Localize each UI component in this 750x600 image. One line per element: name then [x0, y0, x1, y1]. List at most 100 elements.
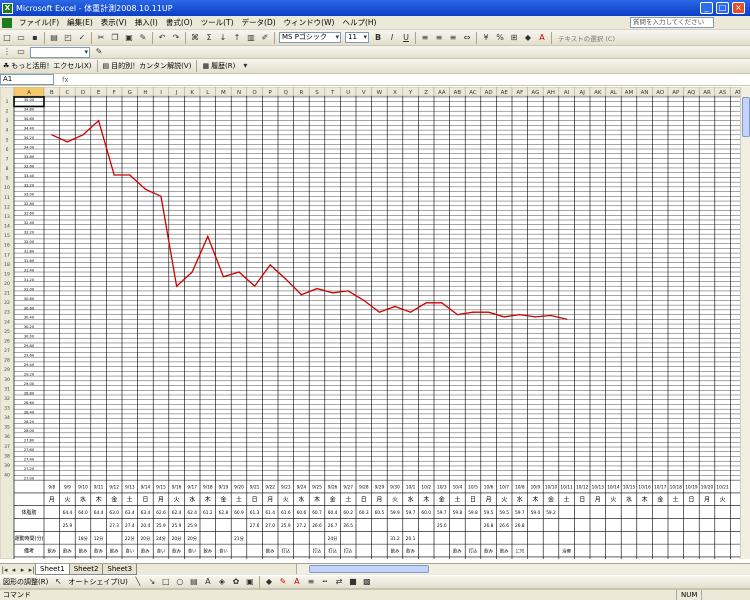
spell-icon[interactable]: ✓ [76, 32, 88, 44]
select-arrow-icon[interactable]: ↖ [52, 576, 64, 588]
line-icon[interactable]: ╲ [132, 576, 144, 588]
align-left-icon[interactable]: ≡ [419, 32, 431, 44]
new-icon[interactable]: □ [1, 32, 13, 44]
prev-sheet-button[interactable]: ◂ [9, 566, 18, 574]
preview-icon[interactable]: ◰ [62, 32, 74, 44]
weekday-cell: 金 [111, 495, 117, 503]
borders-icon[interactable]: ⊞ [508, 32, 520, 44]
scroll-thumb[interactable] [742, 97, 750, 137]
bold-button[interactable]: B [372, 32, 384, 44]
menu-insert[interactable]: 挿入(I) [131, 17, 162, 28]
copy-icon[interactable]: ❐ [109, 32, 121, 44]
3d-icon[interactable]: ▩ [361, 576, 373, 588]
minimize-button[interactable]: _ [700, 2, 713, 14]
drawing-icon[interactable]: ✐ [259, 32, 271, 44]
date-cell: 10/3 [437, 485, 447, 491]
menu-view[interactable]: 表示(V) [97, 17, 131, 28]
dash-style-icon[interactable]: ┅ [319, 576, 331, 588]
data-cell: 飲み [110, 548, 119, 555]
fx-icon[interactable]: fx [62, 76, 69, 84]
align-center-icon[interactable]: ≡ [433, 32, 445, 44]
font-combo[interactable]: MS Pゴシック [279, 32, 341, 43]
align-right-icon[interactable]: ≡ [447, 32, 459, 44]
menu-data[interactable]: データ(D) [238, 17, 280, 28]
close-button[interactable]: × [732, 2, 745, 14]
column-header-label: K [190, 90, 194, 96]
menu-edit[interactable]: 編集(E) [63, 17, 97, 28]
line-color-icon[interactable]: ✎ [277, 576, 289, 588]
sort-asc-icon[interactable]: ↓ [217, 32, 229, 44]
cut-icon[interactable]: ✂ [95, 32, 107, 44]
sheet-tab-3[interactable]: Sheet3 [102, 564, 138, 575]
sort-desc-icon[interactable]: ↑ [231, 32, 243, 44]
fill-color-icon[interactable]: ◆ [263, 576, 275, 588]
menu-format[interactable]: 書式(O) [162, 17, 197, 28]
sheet-tab-2[interactable]: Sheet2 [68, 564, 104, 575]
toolbar-options-icon[interactable]: ▾ [239, 60, 251, 72]
menu-tools[interactable]: ツール(T) [197, 17, 238, 28]
print-icon[interactable]: ▤ [48, 32, 60, 44]
format-painter-icon[interactable]: ✎ [137, 32, 149, 44]
first-sheet-button[interactable]: |◂ [0, 566, 9, 574]
weekday-cell: 木 [642, 495, 648, 503]
arrow-style-icon[interactable]: ⇄ [333, 576, 345, 588]
textbox-icon[interactable]: ▤ [188, 576, 200, 588]
more-excel-button[interactable]: ☘ もっと活用！エクセル(X) [0, 61, 95, 71]
fill-color-icon[interactable]: ◆ [522, 32, 534, 44]
menu-help[interactable]: ヘルプ(H) [338, 17, 380, 28]
data-cell: 64.4 [94, 510, 104, 516]
italic-button[interactable]: I [386, 32, 398, 44]
clipart-icon[interactable]: ✿ [230, 576, 242, 588]
percent-icon[interactable]: % [494, 32, 506, 44]
wordart-icon[interactable]: A [202, 576, 214, 588]
oval-icon[interactable]: ○ [174, 576, 186, 588]
separator [196, 60, 198, 72]
undo-icon[interactable]: ↶ [156, 32, 168, 44]
vertical-scrollbar[interactable] [740, 87, 750, 559]
style-combo[interactable] [30, 46, 90, 58]
open-icon[interactable]: ▭ [15, 32, 27, 44]
maximize-button[interactable]: □ [716, 2, 729, 14]
paste-icon[interactable]: ▣ [123, 32, 135, 44]
menu-file[interactable]: ファイル(F) [15, 17, 63, 28]
data-cell: 62.4 [172, 510, 182, 516]
select-objects-icon[interactable]: ▭ [15, 46, 27, 58]
spreadsheet-grid[interactable]: A B C D E F G H I J K L M N O P Q R S T U V W X Y Z AA AB AC AD AE AF AG… [0, 87, 750, 559]
shadow-icon[interactable]: ■ [347, 576, 359, 588]
pen-icon[interactable]: ✎ [93, 46, 105, 58]
menu-window[interactable]: ウィンドウ(W) [280, 17, 339, 28]
font-size-combo[interactable]: 11 [345, 32, 369, 43]
font-color-icon[interactable]: A [536, 32, 548, 44]
excel-app-icon[interactable]: X [2, 2, 13, 14]
sheet-tab-1[interactable]: Sheet1 [35, 564, 70, 575]
autoshape-button[interactable]: オートシェイプ(U) [65, 577, 131, 587]
column-header-label: AP [672, 90, 680, 96]
help-search-input[interactable]: 質問を入力してください [630, 17, 714, 28]
picture-icon[interactable]: ▣ [244, 576, 256, 588]
horizontal-scrollbar[interactable] [296, 564, 750, 574]
save-icon[interactable]: ▪ [29, 32, 41, 44]
draw-menu-button[interactable]: 図形の調整(R) [0, 577, 51, 587]
merge-center-icon[interactable]: ⇔ [461, 32, 473, 44]
formula-input[interactable] [69, 74, 750, 85]
font-color-icon[interactable]: A [291, 576, 303, 588]
name-box[interactable]: A1 [0, 74, 54, 85]
title-bar: X Microsoft Excel - 体重計測2008.10.11UP _ □… [0, 0, 750, 16]
workbook-icon[interactable] [2, 17, 12, 28]
diagram-icon[interactable]: ◈ [216, 576, 228, 588]
arrow-icon[interactable]: ↘ [146, 576, 158, 588]
next-sheet-button[interactable]: ▸ [18, 566, 27, 574]
hyperlink-icon[interactable]: ⌘ [189, 32, 201, 44]
history-button[interactable]: ▦ 履歴(R) [199, 61, 238, 71]
rectangle-icon[interactable]: □ [160, 576, 172, 588]
data-cell: 60.3 [359, 510, 369, 516]
weekday-cell: 火 [720, 496, 726, 503]
underline-button[interactable]: U [400, 32, 412, 44]
chart-wizard-icon[interactable]: ▥ [245, 32, 257, 44]
currency-icon[interactable]: ¥ [480, 32, 492, 44]
line-style-icon[interactable]: ≡ [305, 576, 317, 588]
redo-icon[interactable]: ↷ [170, 32, 182, 44]
easy-guide-button[interactable]: ▤ 目的別！カンタン解説(V) [100, 61, 195, 71]
autosum-icon[interactable]: Σ [203, 32, 215, 44]
scroll-thumb[interactable] [309, 565, 429, 573]
